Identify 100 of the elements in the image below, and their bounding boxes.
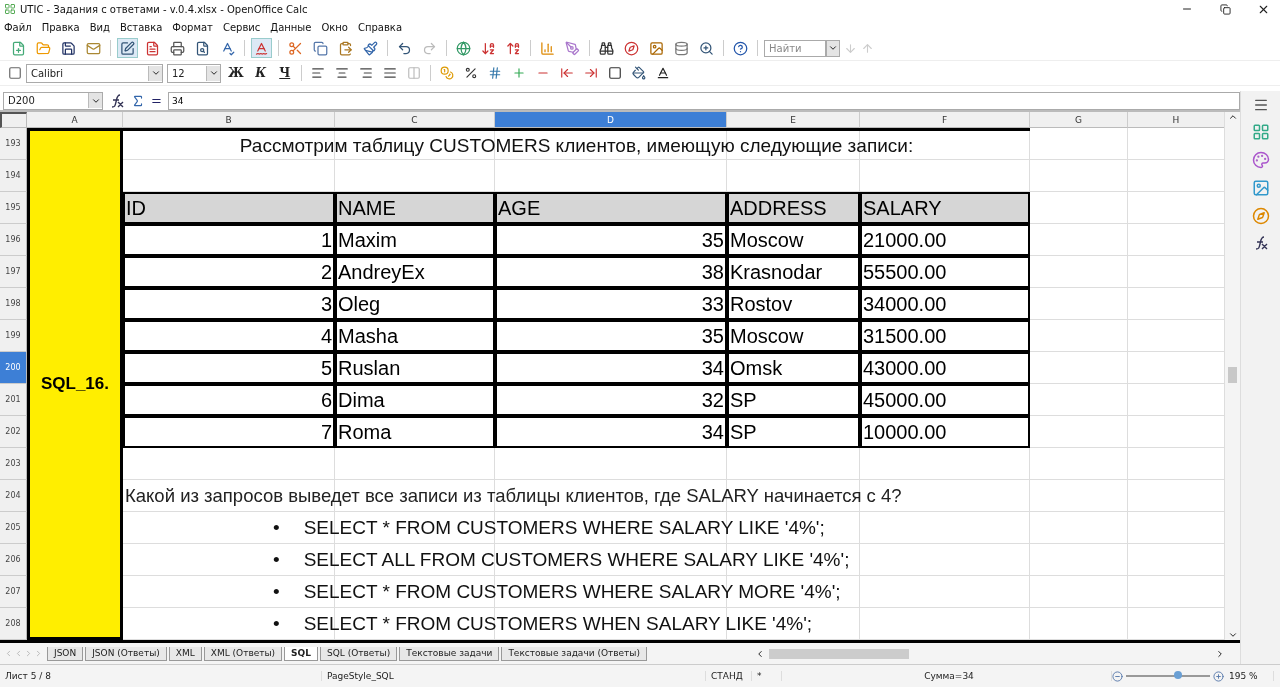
row-header[interactable]: 202 bbox=[0, 416, 27, 449]
sheet-tab[interactable]: Текстовые задачи (Ответы) bbox=[501, 646, 647, 661]
table-cell: Moscow bbox=[727, 224, 860, 257]
table-cell: 45000.00 bbox=[860, 384, 1030, 417]
styles-icon[interactable] bbox=[8, 66, 22, 80]
scrollbar-thumb[interactable] bbox=[769, 648, 909, 659]
select-all-corner[interactable] bbox=[0, 112, 27, 129]
formula-button[interactable]: = bbox=[151, 93, 162, 108]
row-header[interactable]: 206 bbox=[0, 544, 27, 577]
horizontal-scrollbar[interactable] bbox=[755, 647, 1225, 660]
scrollbar-thumb[interactable] bbox=[1228, 367, 1237, 384]
table-header-cell: SALARY bbox=[860, 192, 1030, 225]
answer-option: SELECT * FROM CUSTOMERS WHERE SALARY MORE '4%'; bbox=[303, 581, 841, 604]
column-header[interactable]: B bbox=[123, 112, 335, 129]
zoom-thumb[interactable] bbox=[1174, 671, 1183, 679]
menu-item[interactable]: Формат bbox=[172, 21, 213, 33]
cell-reference-field[interactable]: D200 bbox=[3, 91, 103, 110]
font-color-icon bbox=[655, 66, 670, 80]
align-justify-icon bbox=[382, 66, 397, 80]
properties-icon[interactable] bbox=[1251, 123, 1270, 141]
table-cell: Maxim bbox=[335, 224, 495, 257]
row-header[interactable]: 197 bbox=[0, 256, 27, 289]
table-cell: 2 bbox=[123, 256, 335, 289]
format-button[interactable]: Ж bbox=[225, 63, 247, 83]
format-button[interactable]: К bbox=[250, 63, 271, 83]
pdf-icon bbox=[145, 40, 160, 56]
table-cell: AndreyEx bbox=[335, 256, 495, 289]
table-header-cell: ADDRESS bbox=[727, 192, 860, 225]
sort-descending-icon bbox=[506, 40, 521, 56]
zoom-icon bbox=[699, 40, 714, 56]
column-header[interactable]: C bbox=[335, 112, 495, 129]
row-header[interactable]: 195 bbox=[0, 192, 27, 225]
row-header[interactable]: 208 bbox=[0, 608, 27, 641]
table-cell: 35 bbox=[495, 224, 727, 257]
formula-input-field[interactable]: 34 bbox=[167, 91, 1240, 110]
auto-spellcheck-button[interactable] bbox=[251, 38, 272, 58]
row-header[interactable]: 204 bbox=[0, 480, 27, 513]
answer-option: SELECT * FROM CUSTOMERS WHEN SALARY LIKE '4%'; bbox=[303, 613, 813, 636]
menu-item[interactable]: Окно bbox=[321, 21, 348, 33]
table-cell: 34 bbox=[495, 416, 727, 449]
scroll-right-icon[interactable] bbox=[1215, 648, 1225, 659]
column-header[interactable]: E bbox=[727, 112, 860, 129]
font-name-field[interactable]: Calibri bbox=[26, 63, 163, 83]
column-header[interactable]: A bbox=[27, 112, 123, 129]
zoom-value: 195 % bbox=[1224, 671, 1274, 681]
menu-item[interactable]: Файл bbox=[4, 21, 32, 33]
vertical-scrollbar[interactable] bbox=[1224, 112, 1240, 641]
menu-item[interactable]: Сервис bbox=[222, 21, 261, 33]
spellcheck-icon bbox=[220, 40, 235, 56]
sheet-tab[interactable]: JSON bbox=[47, 646, 84, 661]
sheet-indicator: Лист 5 / 8 bbox=[0, 671, 322, 681]
find-field[interactable]: Найти bbox=[764, 39, 826, 57]
row-header[interactable]: 200 bbox=[0, 352, 27, 385]
zoom-in-icon[interactable] bbox=[1213, 670, 1224, 682]
dropdown-button[interactable] bbox=[826, 39, 840, 57]
print-preview-icon bbox=[195, 40, 210, 56]
row-header[interactable]: 194 bbox=[0, 160, 27, 193]
row-header[interactable]: 201 bbox=[0, 384, 27, 417]
zoom-out-icon[interactable] bbox=[1112, 670, 1123, 682]
menu-item[interactable]: Вставка bbox=[120, 21, 163, 33]
font-size-field[interactable]: 12 bbox=[167, 63, 221, 83]
gallery-icon[interactable] bbox=[1251, 179, 1270, 197]
page-style: PageStyle_SQL bbox=[322, 671, 706, 681]
menu-item[interactable]: Вид bbox=[89, 21, 110, 33]
table-cell: 21000.00 bbox=[860, 224, 1030, 257]
sum-icon[interactable] bbox=[131, 93, 145, 108]
compass-icon bbox=[624, 40, 639, 56]
menu-item[interactable]: Справка bbox=[357, 21, 403, 33]
compass-icon[interactable] bbox=[1251, 207, 1270, 225]
sheet-tab[interactable]: Текстовые задачи bbox=[399, 646, 500, 661]
column-header[interactable]: F bbox=[860, 112, 1030, 129]
sheet-tab[interactable]: SQL (Ответы) bbox=[319, 646, 398, 661]
format-button[interactable]: Ч bbox=[274, 63, 295, 83]
menu-item[interactable]: Данные bbox=[270, 21, 312, 33]
paintbrush-icon bbox=[363, 40, 378, 56]
row-header[interactable]: 193 bbox=[0, 128, 27, 161]
table-cell: Omsk bbox=[727, 352, 860, 385]
column-header[interactable]: D bbox=[495, 112, 727, 129]
selection-mode: СТАНД bbox=[706, 671, 752, 681]
sheet-tab[interactable]: JSON (Ответы) bbox=[85, 646, 167, 661]
edit-button[interactable] bbox=[117, 38, 138, 58]
function-wizard-icon[interactable] bbox=[109, 92, 125, 109]
menu-item[interactable]: Правка bbox=[41, 21, 80, 33]
row-header[interactable]: 205 bbox=[0, 512, 27, 545]
sheet-tab[interactable]: SQL bbox=[284, 646, 318, 661]
globe-icon bbox=[456, 40, 471, 56]
row-header[interactable]: 207 bbox=[0, 576, 27, 609]
column-header[interactable]: H bbox=[1128, 112, 1224, 129]
table-cell: Rostov bbox=[727, 288, 860, 321]
cut-icon bbox=[288, 40, 303, 56]
row-header[interactable]: 203 bbox=[0, 448, 27, 481]
sheet-tab[interactable]: XML (Ответы) bbox=[203, 646, 283, 661]
row-header[interactable]: 199 bbox=[0, 320, 27, 353]
sidebar-menu-icon[interactable] bbox=[1252, 97, 1269, 113]
column-header[interactable]: G bbox=[1030, 112, 1128, 129]
sheet-tab[interactable]: XML bbox=[168, 646, 202, 661]
row-header[interactable]: 196 bbox=[0, 224, 27, 257]
scroll-left-icon[interactable] bbox=[755, 648, 765, 659]
palette-icon[interactable] bbox=[1251, 151, 1270, 169]
row-header[interactable]: 198 bbox=[0, 288, 27, 321]
